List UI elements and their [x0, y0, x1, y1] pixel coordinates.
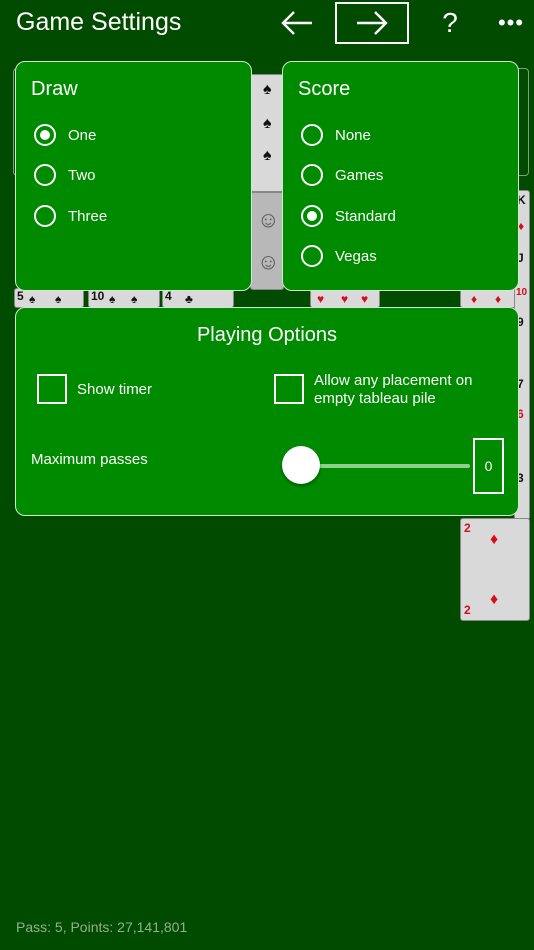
page-title: Game Settings: [16, 8, 182, 36]
show-timer-label: Show timer: [77, 381, 153, 398]
heart-icon: ♥: [317, 292, 325, 306]
status-bar: Pass: 5, Points: 27,141,801: [16, 919, 188, 935]
king-face-card[interactable]: ☺ ☺: [250, 192, 284, 290]
radio-button[interactable]: [301, 205, 323, 227]
tableau-card[interactable]: ♦ ♦: [460, 288, 520, 308]
card-rank: 4: [165, 289, 172, 303]
score-option-none[interactable]: None: [301, 122, 371, 148]
back-button[interactable]: [274, 2, 320, 44]
max-passes-value: 0: [473, 438, 504, 494]
spade-icon: ♠: [131, 292, 138, 306]
score-panel-title: Score: [298, 78, 351, 100]
tableau-card[interactable]: 5 ♠ ♠: [14, 288, 84, 308]
diamond-icon: ♦: [495, 292, 502, 306]
card-rank: 5: [17, 289, 24, 303]
arrow-left-icon: [281, 11, 312, 35]
card-rank: 10: [516, 287, 528, 298]
heart-icon: ♥: [361, 292, 369, 306]
radio-label: Two: [68, 166, 96, 184]
spade-icon: ♠: [263, 115, 272, 132]
playing-options-title: Playing Options: [196, 324, 338, 346]
draw-panel: Draw One Two Three: [15, 61, 252, 291]
radio-button[interactable]: [34, 164, 56, 186]
radio-button[interactable]: [301, 124, 323, 146]
heart-icon: ♥: [341, 292, 349, 306]
radio-label: One: [68, 126, 97, 144]
radio-label: Vegas: [335, 247, 377, 265]
spade-icon: ♠: [29, 292, 36, 306]
card-rank: 2: [464, 603, 471, 617]
show-timer-checkbox[interactable]: [37, 374, 67, 404]
score-option-games[interactable]: Games: [301, 162, 383, 188]
card-rank: 10: [91, 289, 105, 303]
two-of-diamonds-card[interactable]: 2 ♦ ♦ 2: [460, 518, 530, 621]
spade-icon: ♠: [55, 292, 62, 306]
radio-label: Standard: [335, 207, 396, 225]
radio-label: None: [335, 126, 371, 144]
allow-placement-label: Allow any placement on empty tableau pil…: [314, 372, 473, 407]
max-passes-label: Maximum passes: [31, 451, 148, 468]
radio-button[interactable]: [301, 245, 323, 267]
top-bar: Game Settings ? •••: [0, 0, 534, 48]
radio-label: Games: [335, 166, 384, 184]
spade-icon: ♠: [263, 147, 272, 164]
score-panel: Score None Games Standard Vegas: [282, 61, 519, 291]
more-button[interactable]: •••: [493, 2, 529, 44]
draw-option-three[interactable]: Three: [34, 203, 107, 229]
more-icon: •••: [497, 10, 525, 35]
spade-icon: ♠: [263, 81, 272, 98]
draw-option-two[interactable]: Two: [34, 162, 96, 188]
cat-face-icon: ☺: [257, 249, 280, 274]
tableau-card[interactable]: ♥ ♥ ♥: [310, 288, 380, 308]
spade-icon: ♠: [109, 292, 116, 306]
help-icon: ?: [442, 7, 458, 38]
arrow-right-icon: [357, 11, 388, 35]
draw-panel-title: Draw: [31, 78, 78, 100]
max-passes-slider-track[interactable]: [300, 464, 470, 468]
cat-face-icon: ☺: [257, 207, 280, 232]
help-button[interactable]: ?: [432, 2, 468, 44]
stock-card[interactable]: ♠ ♠ ♠: [250, 74, 284, 192]
diamond-icon: ♦: [490, 591, 499, 608]
card-rank: 2: [464, 521, 471, 535]
playing-options-panel: Playing Options: [15, 307, 519, 516]
max-passes-slider-knob[interactable]: [282, 446, 320, 484]
club-icon: ♣: [185, 292, 193, 306]
draw-option-one[interactable]: One: [34, 122, 96, 148]
radio-button[interactable]: [34, 124, 56, 146]
allow-placement-checkbox[interactable]: [274, 374, 304, 404]
tableau-card[interactable]: 10 ♠ ♠: [88, 288, 160, 308]
radio-button[interactable]: [34, 205, 56, 227]
score-option-vegas[interactable]: Vegas: [301, 243, 377, 269]
forward-button[interactable]: [335, 2, 409, 44]
score-option-standard[interactable]: Standard: [301, 203, 396, 229]
tableau-card[interactable]: 4 ♣: [162, 288, 234, 308]
diamond-icon: ♦: [490, 531, 499, 548]
diamond-icon: ♦: [471, 292, 478, 306]
radio-label: Three: [68, 207, 108, 225]
radio-button[interactable]: [301, 164, 323, 186]
